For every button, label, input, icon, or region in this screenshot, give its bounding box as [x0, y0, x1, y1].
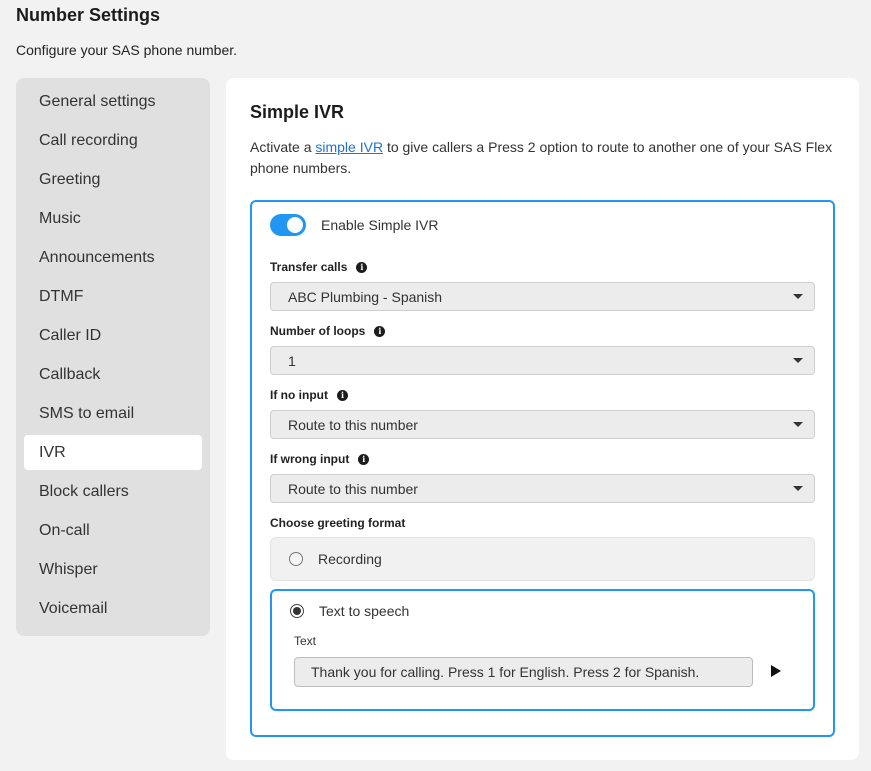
greeting-format-label: Choose greeting format — [270, 516, 405, 530]
sidebar-item-music[interactable]: Music — [24, 201, 202, 236]
sidebar-item-voicemail[interactable]: Voicemail — [24, 591, 202, 626]
no-input-label-text: If no input — [270, 388, 328, 402]
tts-radio-row[interactable]: Text to speech — [290, 603, 409, 619]
sidebar-item-callback[interactable]: Callback — [24, 357, 202, 392]
play-icon[interactable] — [771, 665, 781, 677]
simple-ivr-link[interactable]: simple IVR — [315, 139, 383, 155]
no-input-value: Route to this number — [288, 416, 418, 433]
info-icon[interactable]: i — [356, 261, 368, 273]
info-icon[interactable]: i — [374, 325, 386, 337]
wrong-input-select[interactable]: Route to this number — [270, 474, 815, 503]
recording-radio-row[interactable]: Recording — [289, 551, 382, 567]
transfer-calls-label-text: Transfer calls — [270, 260, 348, 274]
number-of-loops-label: Number of loops i — [270, 324, 386, 338]
section-title: Simple IVR — [250, 102, 345, 122]
toggle-knob — [287, 217, 303, 233]
section-description: Activate a simple IVR to give callers a … — [250, 137, 835, 179]
enable-ivr-toggle[interactable] — [270, 214, 306, 236]
chevron-down-icon — [793, 358, 803, 363]
sidebar-item-announcements[interactable]: Announcements — [24, 240, 202, 275]
sidebar-item-greeting[interactable]: Greeting — [24, 162, 202, 197]
greeting-format-label-text: Choose greeting format — [270, 516, 406, 530]
enable-ivr-label: Enable Simple IVR — [321, 217, 439, 233]
tts-label: Text to speech — [319, 603, 410, 619]
sidebar-item-dtmf[interactable]: DTMF — [24, 279, 202, 314]
sidebar-item-whisper[interactable]: Whisper — [24, 552, 202, 587]
number-of-loops-label-text: Number of loops — [270, 324, 366, 338]
sidebar-item-call-recording[interactable]: Call recording — [24, 123, 202, 158]
number-of-loops-value: 1 — [288, 352, 296, 369]
info-icon[interactable]: i — [336, 389, 348, 401]
no-input-select[interactable]: Route to this number — [270, 410, 815, 439]
sidebar-item-ivr[interactable]: IVR — [24, 435, 202, 470]
wrong-input-value: Route to this number — [288, 480, 418, 497]
description-text-before: Activate a — [250, 139, 316, 155]
sidebar-item-on-call[interactable]: On-call — [24, 513, 202, 548]
transfer-calls-select[interactable]: ABC Plumbing - Spanish — [270, 282, 815, 311]
enable-ivr-row: Enable Simple IVR — [270, 214, 439, 236]
page-subtitle: Configure your SAS phone number. — [16, 42, 238, 58]
sidebar-item-general-settings[interactable]: General settings — [24, 84, 202, 119]
recording-label: Recording — [318, 551, 382, 567]
wrong-input-label: If wrong input i — [270, 452, 370, 466]
tts-text-label: Text — [294, 634, 317, 648]
chevron-down-icon — [793, 294, 803, 299]
text-to-speech-option-card[interactable]: Text to speech Text — [270, 589, 815, 711]
transfer-calls-value: ABC Plumbing - Spanish — [288, 288, 443, 305]
sidebar-item-caller-id[interactable]: Caller ID — [24, 318, 202, 353]
wrong-input-label-text: If wrong input — [270, 452, 350, 466]
sidebar-item-block-callers[interactable]: Block callers — [24, 474, 202, 509]
sidebar-item-sms-to-email[interactable]: SMS to email — [24, 396, 202, 431]
number-of-loops-select[interactable]: 1 — [270, 346, 815, 375]
tts-text-input[interactable] — [294, 657, 753, 687]
no-input-label: If no input i — [270, 388, 348, 402]
recording-option-card[interactable]: Recording — [270, 537, 815, 581]
settings-sidebar: General settings Call recording Greeting… — [16, 78, 210, 636]
chevron-down-icon — [793, 486, 803, 491]
ivr-settings-panel: Simple IVR Activate a simple IVR to give… — [226, 78, 859, 760]
simple-ivr-card: Enable Simple IVR Transfer calls i ABC P… — [250, 200, 835, 737]
tts-radio[interactable] — [290, 604, 304, 618]
recording-radio[interactable] — [289, 552, 303, 566]
transfer-calls-label: Transfer calls i — [270, 260, 368, 274]
info-icon[interactable]: i — [358, 453, 370, 465]
page-title: Number Settings — [16, 5, 161, 25]
chevron-down-icon — [793, 422, 803, 427]
